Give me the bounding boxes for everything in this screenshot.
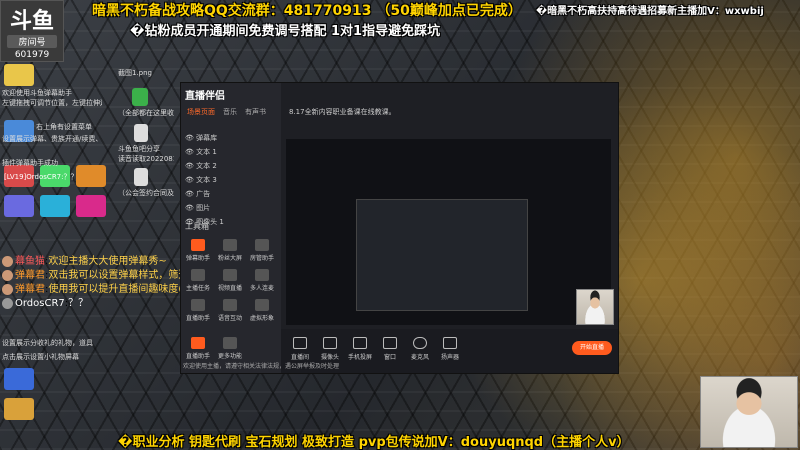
webcam-overlay xyxy=(700,376,798,448)
avatar xyxy=(2,283,13,295)
mic-button[interactable]: 麦克风 xyxy=(407,337,433,361)
overlay-vip-note: �钻粉成员开通期间免费调号搭配 1对1指导避免踩坑 xyxy=(130,24,441,39)
desktop-file[interactable]: （全部都在这里收好-无权限请添加） xyxy=(118,108,174,118)
chat-user: OrdosCR7 xyxy=(15,298,65,309)
speaker-icon xyxy=(443,337,457,349)
eye-icon[interactable]: 👁 xyxy=(185,190,196,198)
app-brand: 直播伴侣 xyxy=(185,91,225,102)
desktop-file[interactable]: 截图1.png xyxy=(118,68,168,78)
overlay-recruit: �暗黑不朽高扶持高待遇招募新主播加V：wxwbij xyxy=(536,6,764,17)
avatar xyxy=(2,297,13,309)
desktop-note: 右上角有设置菜单 xyxy=(36,123,92,131)
chat-message: 幕鱼猫:欢迎主播大大使用弹幕秀~ xyxy=(2,252,167,267)
window-icon xyxy=(383,337,397,349)
pdf-file-icon[interactable] xyxy=(134,168,148,186)
tab-audiobook[interactable]: 有声书 xyxy=(245,107,266,117)
eye-icon[interactable]: 👁 xyxy=(185,204,196,212)
desktop-note: 插件弹幕助手成功 xyxy=(2,159,58,167)
more-icon xyxy=(223,337,237,349)
assist-icon xyxy=(191,299,205,311)
eye-icon[interactable]: 👁 xyxy=(185,162,196,170)
danmu-icon xyxy=(191,239,205,251)
multi-icon xyxy=(255,269,269,281)
video-icon xyxy=(223,269,237,281)
webcam-small xyxy=(576,289,614,325)
source-item[interactable]: 👁 文本 1 xyxy=(185,147,277,159)
logo-brand: 斗鱼 xyxy=(9,9,54,34)
app-icon[interactable] xyxy=(76,195,106,217)
source-item[interactable]: 👁 弹幕库 xyxy=(185,133,277,145)
folder-icon[interactable] xyxy=(4,64,34,86)
fans-icon xyxy=(223,239,237,251)
eye-icon[interactable]: 👁 xyxy=(185,148,196,156)
avatar-tool-icon xyxy=(255,299,269,311)
camera-icon xyxy=(323,337,337,349)
avatar xyxy=(2,255,13,267)
footer-notice: 欢迎使用主播，请遵守相关法律法规，遇公屏举报及时处理 xyxy=(183,363,340,370)
tool-fans[interactable]: 粉丝大屏 xyxy=(217,239,243,262)
desktop-note: [LV19]OrdosCR7:？？ xyxy=(4,173,78,181)
room-number: 601979 xyxy=(14,50,50,60)
tool-multi[interactable]: 多人连麦 xyxy=(249,269,275,292)
douyu-logo: 斗鱼 房间号 601979 xyxy=(0,0,64,62)
source-item[interactable]: 👁 文本 3 xyxy=(185,175,277,187)
app-icon[interactable] xyxy=(4,195,34,217)
desktop-note: 点击展示设置小礼物屏幕 xyxy=(2,353,79,361)
notice-bar: 8.17全新内容职业备课在线教课。 xyxy=(289,108,396,116)
desktop-note: 左键拖拽可调节位置，左键拉伸边框改变大小 xyxy=(2,99,102,107)
app-icon[interactable] xyxy=(4,368,34,390)
desktop-note: 设置展示分收礼的礼物，道具 xyxy=(2,339,93,347)
chat-text: ？？ xyxy=(68,298,89,309)
desktop-file[interactable]: 斗鱼鱼吧分享 xyxy=(118,144,174,154)
window-button[interactable]: 窗口 xyxy=(377,337,403,361)
scene-sidebar: 直播伴侣 场景页面 音乐 有声书 👁 弹幕库 👁 文本 1 👁 文本 2 👁 文… xyxy=(181,83,281,373)
live-assist-icon xyxy=(191,337,205,349)
microphone-icon xyxy=(413,337,427,349)
desktop-note: 设置展示弹幕、贵族开通/续费、粉丝牌升级等 xyxy=(2,135,102,143)
voice-icon xyxy=(223,299,237,311)
desktop-file[interactable]: 读音读取2022081 xyxy=(118,154,174,164)
tab-scene[interactable]: 场景页面 xyxy=(187,107,215,117)
chat-message: OrdosCR7:？？ xyxy=(2,294,88,309)
tool-video[interactable]: 视频直播 xyxy=(217,269,243,292)
monitor-icon xyxy=(293,337,307,349)
live-companion-window: 直播伴侣 场景页面 音乐 有声书 👁 弹幕库 👁 文本 1 👁 文本 2 👁 文… xyxy=(180,82,619,374)
tool-live-assist[interactable]: 直播助手 xyxy=(185,337,211,360)
eye-icon[interactable]: 👁 xyxy=(185,176,196,184)
tool-avatar[interactable]: 虚拟形象 xyxy=(249,299,275,322)
tool-assist[interactable]: 直播助手 xyxy=(185,299,211,322)
source-item[interactable]: 👁 文本 2 xyxy=(185,161,277,173)
live-room-button[interactable]: 直播间 xyxy=(287,337,313,361)
tool-admin[interactable]: 房管助手 xyxy=(249,239,275,262)
excel-file-icon[interactable] xyxy=(132,88,148,106)
avatar xyxy=(2,269,13,281)
speaker-button[interactable]: 扬声器 xyxy=(437,337,463,361)
source-item[interactable]: 👁 图片 xyxy=(185,203,277,215)
room-label: 房间号 xyxy=(7,35,57,48)
desktop-note: 欢迎使用斗鱼弹幕助手 xyxy=(2,89,72,97)
toolbox-title: 工具箱 xyxy=(185,222,209,231)
stream-preview xyxy=(286,139,614,325)
document-icon[interactable] xyxy=(134,124,148,142)
tool-more[interactable]: 更多功能 xyxy=(217,337,243,360)
tab-music[interactable]: 音乐 xyxy=(223,107,237,117)
task-icon xyxy=(191,269,205,281)
tool-voice[interactable]: 语音互动 xyxy=(217,299,243,322)
app-icon[interactable] xyxy=(4,398,34,420)
eye-icon[interactable]: 👁 xyxy=(185,134,196,142)
app-icon[interactable] xyxy=(40,195,70,217)
overlay-qq-group: 暗黑不朽备战攻略QQ交流群：481770913 （50巅峰加点已完成） xyxy=(92,3,522,19)
phone-icon xyxy=(353,337,367,349)
phone-cast-button[interactable]: 手机投屏 xyxy=(347,337,373,361)
admin-icon xyxy=(255,239,269,251)
tool-task[interactable]: 主播任务 xyxy=(185,269,211,292)
start-live-button[interactable]: 开始直播 xyxy=(572,341,612,355)
source-item[interactable]: 👁 广告 xyxy=(185,189,277,201)
desktop-file[interactable]: （公会签约合同及需求）.pdf xyxy=(118,188,174,198)
overlay-services: �职业分析 钥匙代刷 宝石规划 极致打造 pvp包传说加V：douyuqnqd（… xyxy=(118,435,630,450)
nested-preview xyxy=(356,199,528,311)
camera-button[interactable]: 摄像头 xyxy=(317,337,343,361)
tool-danmu[interactable]: 弹幕助手 xyxy=(185,239,211,262)
